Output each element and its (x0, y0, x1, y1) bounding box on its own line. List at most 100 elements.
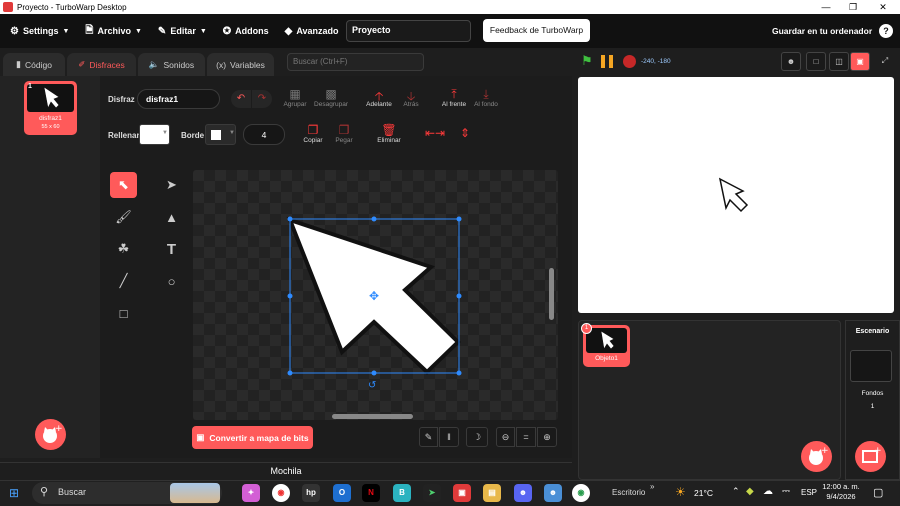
redo-icon[interactable]: ↷ (252, 90, 272, 108)
search-input[interactable]: Buscar (Ctrl+F) (287, 53, 424, 71)
rotate-handle-icon[interactable]: ↺ (368, 380, 376, 391)
windows-start-icon[interactable]: ⊞ (9, 486, 19, 500)
svg-text:+: + (55, 424, 63, 434)
chrome-icon[interactable]: ◉ (272, 484, 290, 502)
tray-app-icon[interactable]: ◆ (746, 486, 754, 497)
flip-vertical-button[interactable]: ⇕ (456, 126, 474, 140)
paint-canvas[interactable]: ✥ ↺ (193, 170, 558, 420)
temperature[interactable]: 21°C (694, 488, 713, 498)
controller-icon[interactable]: ☻ (781, 52, 801, 71)
netflix-icon[interactable]: N (362, 484, 380, 502)
backward-button[interactable]: 🡣 Atrás (398, 87, 424, 108)
zoom-out-icon[interactable]: ⊖ (496, 427, 515, 447)
addons-menu[interactable]: ✪ Addons (215, 14, 277, 48)
copy-button[interactable]: ❐ Copiar (299, 123, 327, 144)
add-costume-button[interactable]: + (35, 419, 66, 450)
flip-horizontal-button[interactable]: ⇤⇥ (425, 126, 445, 140)
costume-name-input[interactable]: disfraz1 (137, 89, 220, 109)
group-button[interactable]: ▦ Agrupar (281, 87, 309, 108)
vertical-scrollbar[interactable] (549, 268, 554, 320)
desktop-label[interactable]: Escritorio (612, 488, 645, 497)
taskbar-clock[interactable]: 12:00 a. m. 9/4/2026 (818, 482, 864, 502)
copilot-icon[interactable]: ✦ (242, 484, 260, 502)
text-tool[interactable]: T (158, 236, 185, 262)
save-to-computer-button[interactable]: Guardar en tu ordenador (772, 26, 872, 36)
circle-tool[interactable]: ○ (158, 268, 185, 294)
front-button[interactable]: ⤒ Al frente (438, 87, 470, 108)
chrome-profile-icon[interactable]: ◉ (572, 484, 590, 502)
chevron-up-icon[interactable]: ⌃ (732, 486, 740, 497)
border-label: Borde (181, 131, 205, 140)
add-sprite-button[interactable]: + (801, 441, 832, 472)
fill-tool[interactable]: ☘ (110, 236, 137, 262)
costume-item[interactable]: 1 disfraz1 55 x 60 (24, 81, 77, 135)
turbowarp-taskbar-icon[interactable]: ▣ (453, 484, 471, 502)
pause-icon[interactable] (601, 55, 614, 68)
line-tool[interactable]: ╱ (110, 268, 137, 294)
rectangle-tool[interactable]: □ (110, 300, 137, 326)
close-icon[interactable]: ✕ (868, 0, 898, 14)
help-icon[interactable]: ? (879, 24, 893, 38)
horizontal-scrollbar[interactable] (332, 414, 413, 419)
feedback-button[interactable]: Feedback de TurboWarp (483, 19, 590, 42)
discord-icon[interactable]: ☻ (514, 484, 532, 502)
tab-code[interactable]: ▮ Código (3, 53, 65, 76)
undo-icon[interactable]: ↶ (231, 90, 251, 108)
network-icon[interactable]: ⎓ (782, 486, 790, 497)
file-menu[interactable]: 🗎 Archivo ▼ (77, 14, 150, 48)
tab-variables[interactable]: (x) Variables (207, 53, 274, 76)
reshape-tool[interactable]: ➤ (158, 172, 185, 198)
audio-wave-icon[interactable]: ‖ (439, 427, 459, 447)
select-tool[interactable]: ⬉ (110, 172, 137, 198)
back-button[interactable]: ⤓ Al fondo (472, 87, 500, 108)
cloud-icon[interactable]: ☁ (763, 486, 773, 497)
forward-button[interactable]: 🡡 Adelante (363, 87, 395, 108)
app-cat-icon[interactable]: ☻ (544, 484, 562, 502)
minimize-icon[interactable]: — (811, 0, 841, 14)
rectangle-icon: □ (119, 305, 128, 321)
stage-thumbnail[interactable] (850, 350, 892, 382)
outlook-icon[interactable]: O (333, 484, 351, 502)
hp-icon[interactable]: hp (302, 484, 320, 502)
paste-button[interactable]: ❐ Pegar (330, 123, 358, 144)
convert-bitmap-button[interactable]: ▣ Convertir a mapa de bits (192, 426, 313, 449)
eraser-tool[interactable]: ▲ (158, 204, 185, 230)
settings-menu[interactable]: ⚙ Settings ▼ (2, 14, 77, 48)
tab-sounds[interactable]: 🔈 Sonidos (138, 53, 205, 76)
move-center-icon[interactable]: ✥ (369, 289, 379, 303)
text-icon: T (166, 240, 177, 258)
restore-icon[interactable]: ❐ (838, 0, 868, 14)
tab-costumes[interactable]: ✐ Disfraces (67, 53, 136, 76)
backpack-bar[interactable]: Mochila (0, 462, 572, 480)
weather-icon[interactable]: ☀ (675, 485, 686, 499)
sprite-item[interactable]: 1 Objeto1 (581, 323, 630, 367)
advanced-menu[interactable]: ◆ Avanzado (277, 14, 347, 48)
moon-icon[interactable]: ☽ (466, 427, 488, 447)
stage-canvas[interactable] (578, 77, 894, 313)
project-title-input[interactable]: Proyecto (346, 20, 471, 42)
small-stage-icon[interactable]: □ (806, 52, 826, 71)
stop-icon[interactable] (623, 55, 636, 68)
green-flag-icon[interactable]: ⚑ (581, 53, 593, 69)
normal-stage-icon[interactable]: ◫ (829, 52, 849, 71)
notifications-icon[interactable]: ▢ (873, 486, 883, 499)
caret-down-icon[interactable]: ▼ (229, 130, 235, 136)
caret-down-icon[interactable]: ▼ (162, 130, 168, 136)
ungroup-button[interactable]: ▩ Desagrupar (311, 87, 351, 108)
zoom-in-icon[interactable]: ⊕ (537, 427, 557, 447)
add-backdrop-button[interactable]: + (855, 441, 886, 472)
border-width-input[interactable]: 4 (243, 124, 285, 145)
app-bolt-icon[interactable]: ➤ (423, 484, 441, 502)
chevron-right-icon[interactable]: » (650, 482, 654, 491)
pen-mode-icon[interactable]: ✎ (419, 427, 438, 447)
zoom-reset-button[interactable]: = (516, 427, 536, 447)
edit-menu[interactable]: ✎ Editar ▼ (150, 14, 215, 48)
fullscreen-icon[interactable]: ⤢ (875, 52, 895, 71)
large-stage-icon[interactable]: ▣ (850, 52, 870, 71)
brush-tool[interactable]: 🖌 (110, 204, 137, 230)
delete-button[interactable]: 🗑 Eliminar (372, 123, 406, 144)
app-icon[interactable]: B (393, 484, 411, 502)
language-indicator[interactable]: ESP (801, 488, 817, 497)
tab-variables-label: Variables (230, 59, 265, 70)
file-explorer-icon[interactable]: ▤ (483, 484, 501, 502)
